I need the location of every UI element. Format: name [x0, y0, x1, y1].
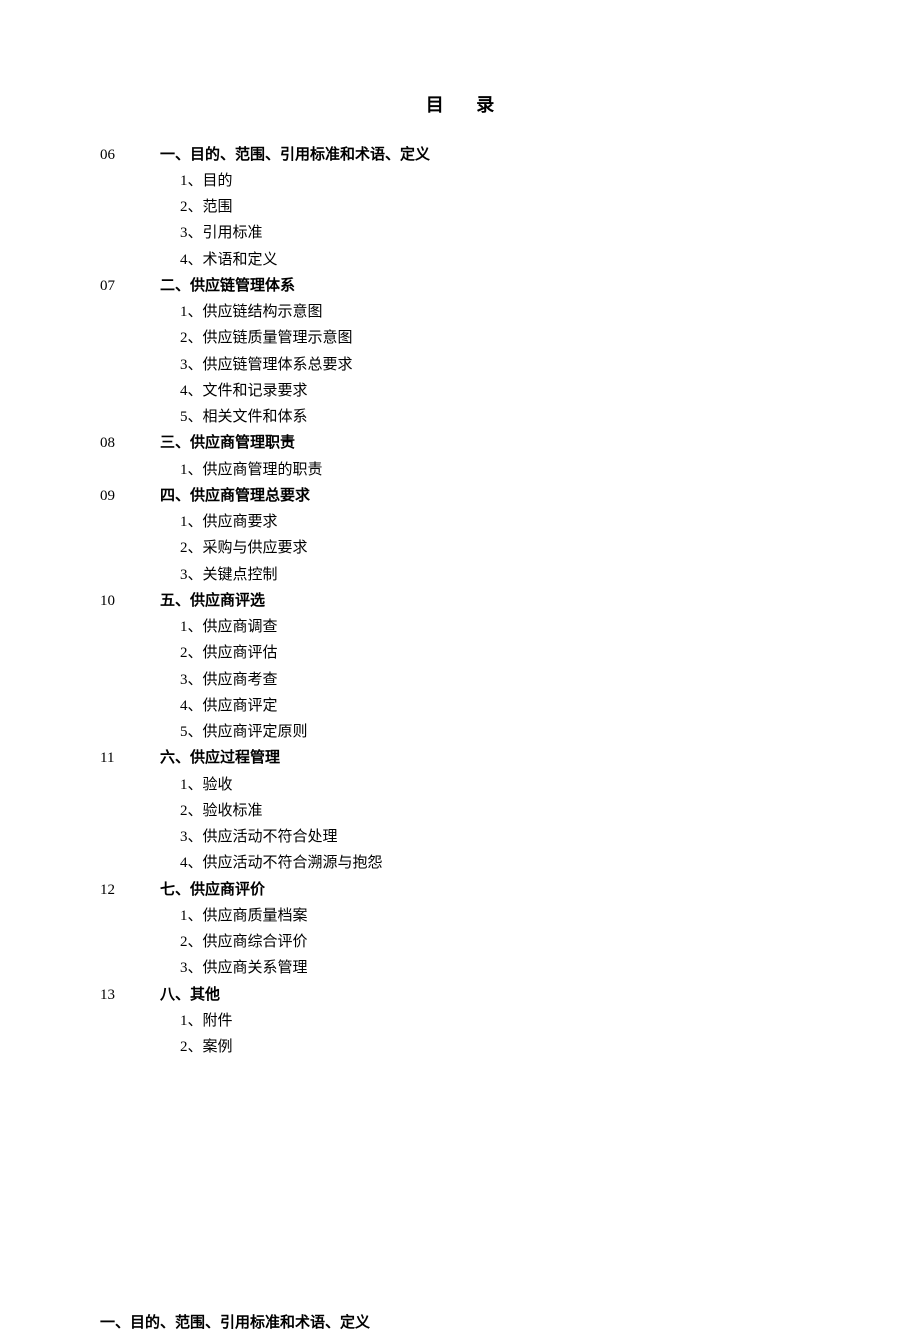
toc-sub-item: 3、供应商考查 [100, 667, 820, 693]
toc-page-number: 06 [100, 142, 160, 168]
toc-sub-item: 3、供应活动不符合处理 [100, 824, 820, 850]
toc-sub-item: 4、供应活动不符合溯源与抱怨 [100, 850, 820, 876]
toc-section-row: 06一、目的、范围、引用标准和术语、定义 [100, 142, 820, 168]
toc-section-heading: 七、供应商评价 [160, 877, 265, 903]
toc-section-heading: 二、供应链管理体系 [160, 273, 295, 299]
toc-sub-item: 4、供应商评定 [100, 693, 820, 719]
toc-section-heading: 三、供应商管理职责 [160, 430, 295, 456]
toc-sub-item: 5、供应商评定原则 [100, 719, 820, 745]
toc-page-number: 12 [100, 877, 160, 903]
toc-section-row: 07二、供应链管理体系 [100, 273, 820, 299]
toc-sub-item: 3、供应链管理体系总要求 [100, 352, 820, 378]
toc-sub-item: 3、关键点控制 [100, 562, 820, 588]
toc-section-heading: 五、供应商评选 [160, 588, 265, 614]
toc-sub-item: 1、供应商要求 [100, 509, 820, 535]
chapter-heading: 一、目的、范围、引用标准和术语、定义 [100, 1310, 820, 1336]
toc-sub-item: 5、相关文件和体系 [100, 404, 820, 430]
toc-sub-item: 1、供应链结构示意图 [100, 299, 820, 325]
table-of-contents: 06一、目的、范围、引用标准和术语、定义1、目的2、范围3、引用标准4、术语和定… [100, 142, 820, 1061]
toc-section-row: 09四、供应商管理总要求 [100, 483, 820, 509]
toc-section-heading: 四、供应商管理总要求 [160, 483, 310, 509]
toc-page-number: 10 [100, 588, 160, 614]
toc-sub-item: 2、供应商综合评价 [100, 929, 820, 955]
toc-section-row: 08三、供应商管理职责 [100, 430, 820, 456]
toc-page-number: 07 [100, 273, 160, 299]
toc-sub-item: 2、验收标准 [100, 798, 820, 824]
toc-sub-item: 1、供应商管理的职责 [100, 457, 820, 483]
toc-page-number: 09 [100, 483, 160, 509]
toc-section-heading: 一、目的、范围、引用标准和术语、定义 [160, 142, 430, 168]
toc-sub-item: 1、验收 [100, 772, 820, 798]
toc-sub-item: 3、引用标准 [100, 220, 820, 246]
toc-sub-item: 4、文件和记录要求 [100, 378, 820, 404]
toc-page-number: 13 [100, 982, 160, 1008]
toc-section-row: 12七、供应商评价 [100, 877, 820, 903]
toc-section-row: 13八、其他 [100, 982, 820, 1008]
toc-sub-item: 2、案例 [100, 1034, 820, 1060]
toc-sub-item: 2、范围 [100, 194, 820, 220]
toc-page-number: 08 [100, 430, 160, 456]
toc-sub-item: 2、供应链质量管理示意图 [100, 325, 820, 351]
toc-sub-item: 1、供应商质量档案 [100, 903, 820, 929]
document-title: 目 录 [100, 90, 820, 122]
toc-sub-item: 1、供应商调查 [100, 614, 820, 640]
toc-sub-item: 2、供应商评估 [100, 640, 820, 666]
toc-section-heading: 八、其他 [160, 982, 220, 1008]
toc-sub-item: 1、目的 [100, 168, 820, 194]
toc-section-heading: 六、供应过程管理 [160, 745, 280, 771]
toc-section-row: 11六、供应过程管理 [100, 745, 820, 771]
toc-sub-item: 4、术语和定义 [100, 247, 820, 273]
toc-sub-item: 1、附件 [100, 1008, 820, 1034]
toc-page-number: 11 [100, 745, 160, 771]
toc-sub-item: 2、采购与供应要求 [100, 535, 820, 561]
toc-sub-item: 3、供应商关系管理 [100, 955, 820, 981]
toc-section-row: 10五、供应商评选 [100, 588, 820, 614]
